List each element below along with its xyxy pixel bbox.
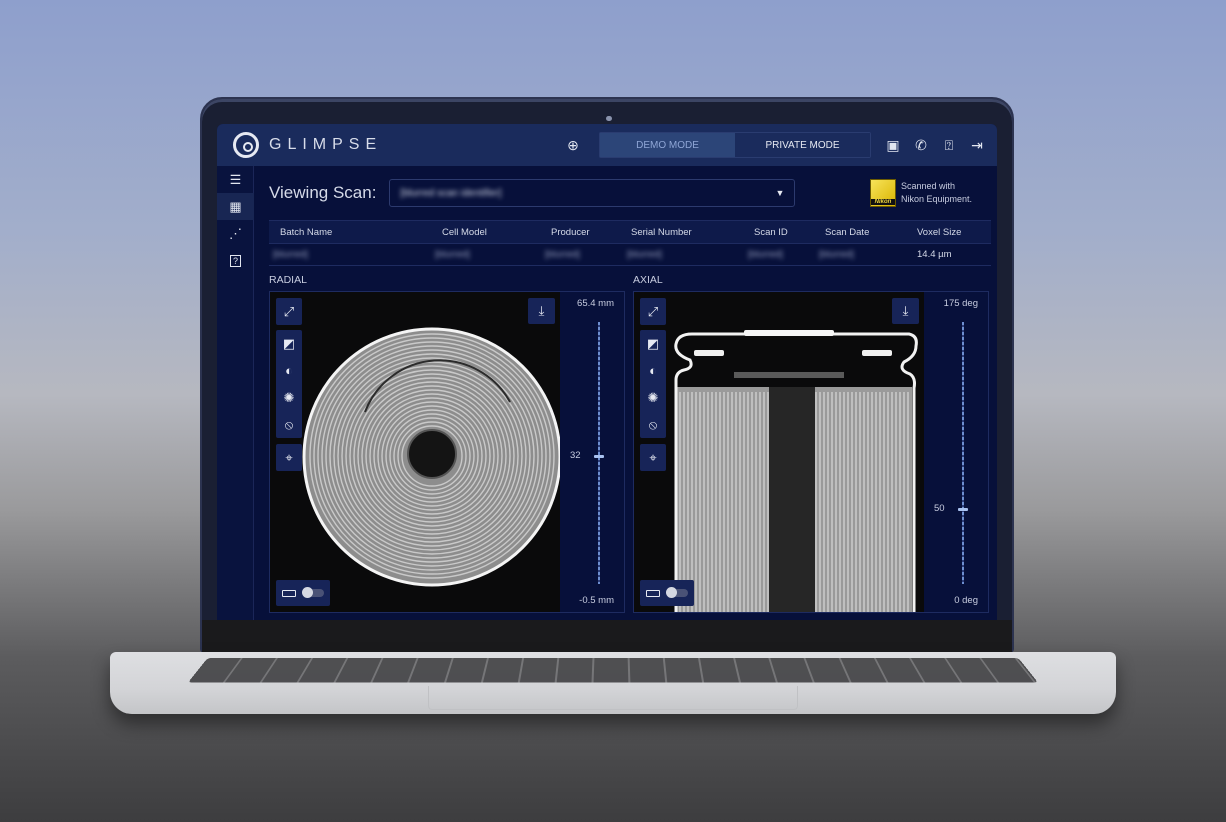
no-color-icon[interactable]: ⦸ (640, 411, 666, 438)
axial-slider: 175 deg 50 0 deg (924, 292, 988, 612)
viewing-scan-label: Viewing Scan: (269, 183, 377, 202)
main-content: Viewing Scan: [blurred scan identifier] … (254, 166, 997, 620)
scan-info-table: Batch Name Cell Model Producer Serial Nu… (269, 220, 991, 266)
cell-batch-name: [blurred] (273, 249, 308, 260)
brand-logo[interactable]: GLIMPSE (233, 132, 382, 158)
sidebar-item-analytics[interactable]: ⋰ (217, 220, 254, 247)
laptop-bezel (202, 620, 1012, 652)
phone-icon[interactable]: ✆ (909, 133, 933, 157)
ruler-icon[interactable] (282, 589, 296, 597)
sidebar-item-list[interactable]: ☰ (217, 166, 254, 193)
radial-pane: ⤢ ◩ ◐ ✺ ⦸ ⌖ ⤓ 65.4 mm 32 -0.5 mm (269, 291, 625, 613)
expand-tool-group: ⤢ (276, 298, 302, 325)
axial-viewer[interactable]: ⤢ ◩ ◐ ✺ ⦸ ⌖ ⤓ (634, 292, 924, 612)
col-serial-number: Serial Number (631, 226, 692, 238)
col-voxel-size: Voxel Size (917, 226, 962, 238)
radial-slider-max: 65.4 mm (577, 298, 614, 309)
radial-title: RADIAL (269, 274, 307, 286)
radial-slider-track[interactable] (594, 322, 604, 584)
radial-slider-thumb[interactable] (594, 454, 604, 458)
target-tool-group: ⌖ (640, 444, 666, 471)
radial-slider-min: -0.5 mm (579, 595, 614, 606)
webcam (606, 116, 612, 121)
contrast-icon[interactable]: ◐ (640, 357, 666, 384)
glimpse-logo-icon (233, 132, 259, 158)
brightness-icon[interactable]: ✺ (276, 384, 302, 411)
laptop-base (110, 652, 1116, 714)
crosshair-icon[interactable]: ⌖ (276, 444, 302, 471)
col-batch-name: Batch Name (280, 226, 333, 238)
col-cell-model: Cell Model (442, 226, 487, 238)
image-tool-group: ◩ ◐ ✺ ⦸ (640, 330, 666, 438)
axial-pane: ⤢ ◩ ◐ ✺ ⦸ ⌖ ⤓ 175 deg 50 0 deg (633, 291, 989, 613)
col-scan-date: Scan Date (825, 226, 870, 238)
radial-viewer[interactable]: ⤢ ◩ ◐ ✺ ⦸ ⌖ ⤓ (270, 292, 560, 612)
nikon-logo: Nikon (870, 179, 896, 207)
target-tool-group: ⌖ (276, 444, 302, 471)
download-icon[interactable]: ⤓ (892, 298, 919, 324)
contrast-icon[interactable]: ◐ (276, 357, 302, 384)
image-adjust-icon[interactable]: ◩ (276, 330, 302, 357)
axial-ct-image (674, 330, 918, 612)
axial-slider-value: 50 (934, 503, 945, 515)
grid-icon: ▦ (229, 198, 242, 214)
image-adjust-icon[interactable]: ◩ (640, 330, 666, 357)
logout-icon[interactable]: ⇥ (965, 133, 989, 157)
image-tool-group: ◩ ◐ ✺ ⦸ (276, 330, 302, 438)
cell-producer: [blurred] (545, 249, 580, 260)
col-scan-id: Scan ID (754, 226, 788, 238)
app-screen: GLIMPSE ⊕ DEMO MODE PRIVATE MODE ▣ ✆ ⍰ ⇥… (217, 124, 997, 620)
scanner-text-line1: Scanned with (901, 181, 956, 191)
sidebar: ☰ ▦ ⋰ ? (217, 166, 254, 620)
expand-icon[interactable]: ⤢ (640, 298, 666, 325)
scan-select[interactable]: [blurred scan identifier] ▼ (389, 179, 796, 207)
axial-slider-thumb[interactable] (958, 508, 968, 512)
keyboard (188, 658, 1038, 683)
cell-serial-number: [blurred] (627, 249, 662, 260)
scanner-text-line2: Nikon Equipment. (901, 194, 973, 204)
no-color-icon[interactable]: ⦸ (276, 411, 302, 438)
radial-slider: 65.4 mm 32 -0.5 mm (560, 292, 624, 612)
download-icon[interactable]: ⤓ (528, 298, 555, 324)
radial-slider-value: 32 (570, 449, 581, 461)
sidebar-item-help[interactable]: ? (217, 247, 254, 274)
scan-select-value: [blurred scan identifier] (400, 187, 502, 199)
cell-scan-date: [blurred] (819, 249, 854, 260)
help-icon[interactable]: ⍰ (937, 133, 961, 157)
axial-title: AXIAL (633, 274, 663, 286)
expand-tool-group: ⤢ (640, 298, 666, 325)
table-row: [blurred] [blurred] [blurred] [blurred] … (269, 244, 991, 266)
crosshair-icon[interactable]: ⌖ (640, 444, 666, 471)
brand-name: GLIMPSE (269, 136, 383, 153)
measure-control (276, 580, 330, 606)
private-mode-button[interactable]: PRIVATE MODE (735, 133, 870, 157)
measure-toggle[interactable] (666, 587, 688, 598)
top-bar: GLIMPSE ⊕ DEMO MODE PRIVATE MODE ▣ ✆ ⍰ ⇥ (217, 124, 997, 166)
axial-slider-track[interactable] (958, 322, 968, 584)
user-badge-icon[interactable]: ▣ (881, 133, 905, 157)
cell-cell-model: [blurred] (435, 249, 470, 260)
col-producer: Producer (551, 226, 590, 238)
scanner-badge: Nikon Scanned with Nikon Equipment. (870, 179, 972, 207)
measure-toggle[interactable] (302, 587, 324, 598)
measure-control (640, 580, 694, 606)
analytics-icon: ⋰ (229, 225, 242, 241)
axial-slider-min: 0 deg (954, 595, 978, 606)
cell-voxel-size: 14.4 µm (917, 249, 952, 260)
expand-icon[interactable]: ⤢ (276, 298, 302, 325)
sidebar-item-grid[interactable]: ▦ (217, 193, 254, 220)
cell-scan-id: [blurred] (748, 249, 783, 260)
ruler-icon[interactable] (646, 589, 660, 597)
demo-mode-button[interactable]: DEMO MODE (600, 133, 735, 157)
help-icon: ? (229, 254, 241, 267)
brightness-icon[interactable]: ✺ (640, 384, 666, 411)
trackpad (428, 686, 798, 710)
table-header: Batch Name Cell Model Producer Serial Nu… (269, 220, 991, 244)
radial-ct-image (302, 327, 560, 587)
chevron-down-icon: ▼ (775, 188, 785, 198)
mode-toggle: DEMO MODE PRIVATE MODE (599, 132, 871, 158)
list-icon: ☰ (229, 171, 242, 187)
download-circle-icon[interactable]: ⊕ (561, 133, 585, 157)
axial-slider-max: 175 deg (943, 298, 978, 309)
